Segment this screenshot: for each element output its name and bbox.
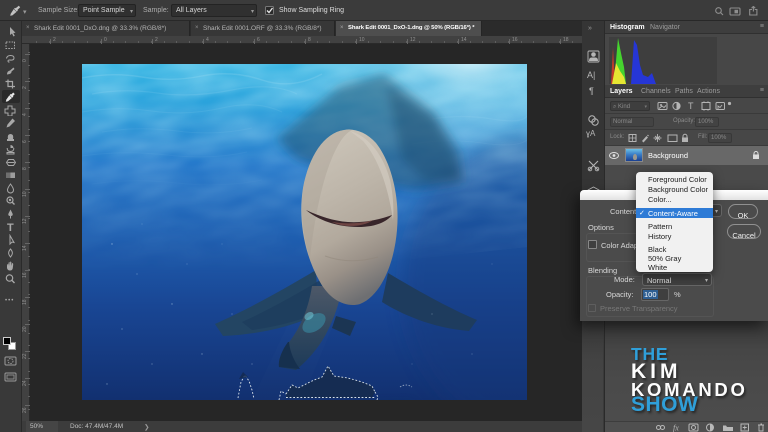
svg-text:T: T	[688, 101, 694, 111]
svg-text:T: T	[7, 222, 14, 233]
svg-text:fx: fx	[673, 424, 679, 432]
